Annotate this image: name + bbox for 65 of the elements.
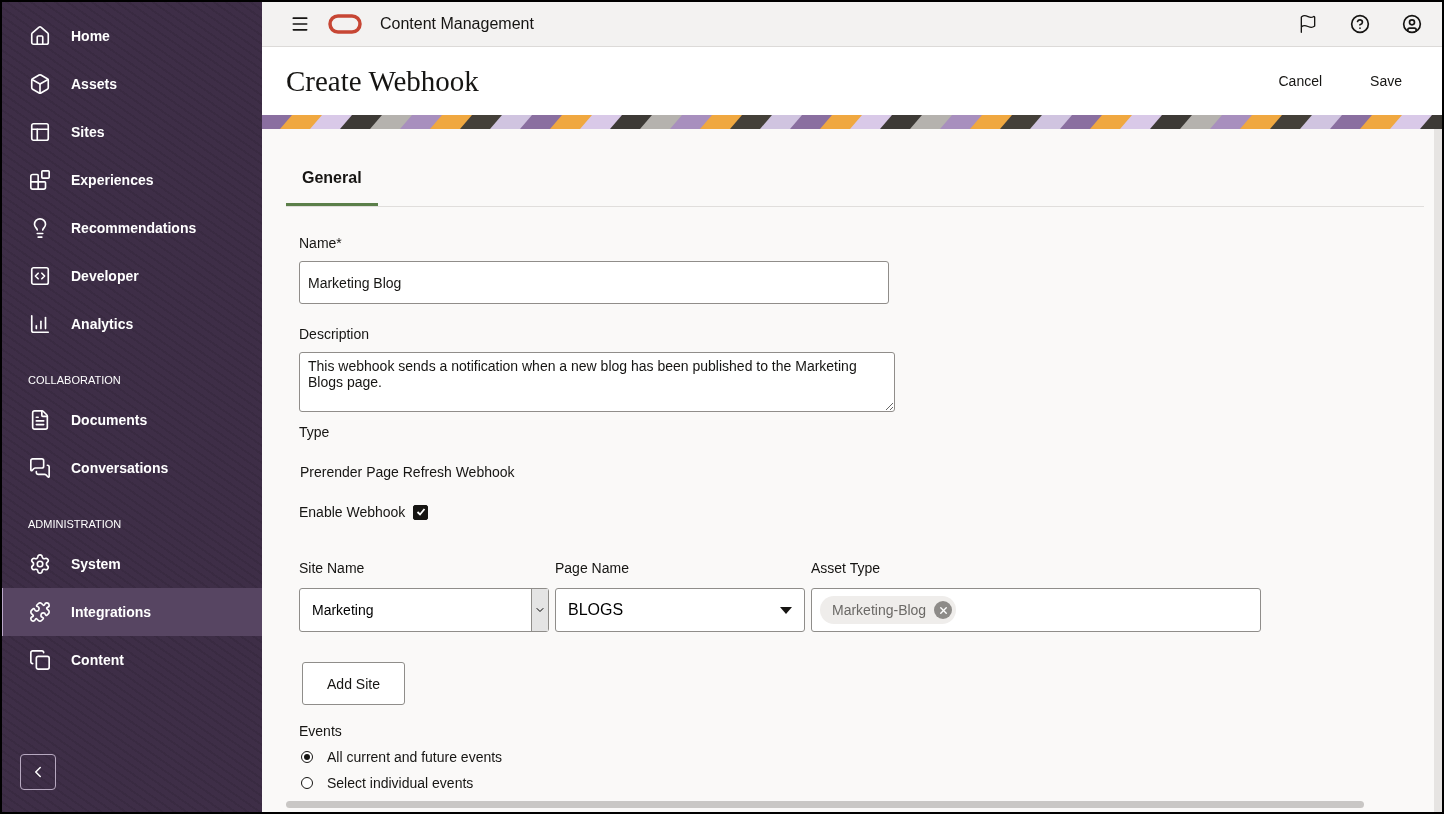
header-action[interactable]: Save bbox=[1370, 69, 1402, 93]
add-site-button[interactable]: Add Site bbox=[302, 662, 405, 705]
type-value: Prerender Page Refresh Webhook bbox=[300, 464, 516, 480]
blocks-icon bbox=[29, 169, 51, 191]
sidebar-item[interactable]: Integrations bbox=[2, 588, 262, 636]
sidebar-item[interactable]: System bbox=[2, 540, 262, 588]
window-icon bbox=[29, 121, 51, 143]
name-field[interactable]: Marketing Blog bbox=[299, 261, 889, 304]
help-icon bbox=[1350, 14, 1370, 34]
cube-icon bbox=[29, 73, 51, 95]
sidebar-item[interactable]: Documents bbox=[2, 396, 262, 444]
radio-label: Select individual events bbox=[327, 775, 474, 791]
sidebar-item[interactable]: Assets bbox=[2, 60, 262, 108]
caret-icon bbox=[780, 606, 792, 614]
menu-icon bbox=[290, 14, 310, 34]
stacked-windows-icon bbox=[29, 649, 51, 671]
logo-icon bbox=[328, 14, 362, 34]
page-name-select[interactable]: BLOGS bbox=[555, 588, 805, 632]
field-label: Site Name bbox=[299, 560, 366, 576]
sidebar-item[interactable]: Recommendations bbox=[2, 204, 262, 252]
chat-icon bbox=[29, 457, 51, 479]
asset-type-field[interactable]: Marketing-Blog bbox=[811, 588, 1261, 632]
sidebar-item[interactable]: Conversations bbox=[2, 444, 262, 492]
flag-icon bbox=[1298, 14, 1318, 34]
field-label: Asset Type bbox=[811, 560, 881, 576]
site-name-select[interactable]: Marketing bbox=[299, 588, 549, 632]
field-label: Page Name bbox=[555, 560, 630, 576]
sidebar-item[interactable]: Experiences bbox=[2, 156, 262, 204]
gear-icon bbox=[29, 553, 51, 575]
sidebar-item[interactable]: Analytics bbox=[2, 300, 262, 348]
collapse-button[interactable] bbox=[20, 754, 56, 790]
radio-button[interactable] bbox=[301, 751, 313, 763]
puzzle-icon bbox=[29, 601, 51, 623]
house-icon bbox=[29, 25, 51, 47]
page-title: Create Webhook bbox=[286, 64, 480, 98]
sidebar-item[interactable]: Home bbox=[2, 12, 262, 60]
app-title: Content Management bbox=[380, 15, 535, 33]
horizontal-scrollbar[interactable] bbox=[286, 801, 1364, 808]
user-button[interactable] bbox=[1402, 14, 1422, 34]
description-field[interactable]: This webhook sends a notification when a new blog has been published to the Marketing Blogs page. bbox=[299, 352, 895, 412]
flag-button[interactable] bbox=[1298, 14, 1318, 34]
field-label: Type bbox=[299, 424, 331, 440]
remove-icon[interactable] bbox=[934, 601, 953, 619]
header-action[interactable]: Cancel bbox=[1278, 69, 1323, 93]
code-icon bbox=[29, 265, 51, 287]
help-button[interactable] bbox=[1350, 14, 1370, 34]
tab[interactable]: General bbox=[286, 157, 378, 206]
field-label: Events bbox=[299, 723, 343, 739]
sidebar-item[interactable]: Content bbox=[2, 636, 262, 684]
radio-button[interactable] bbox=[301, 777, 313, 789]
checkmark-icon bbox=[415, 507, 426, 517]
radio-label: All current and future events bbox=[327, 749, 503, 765]
section-heading: COLLABORATION bbox=[27, 373, 122, 388]
field-label: Enable Webhook bbox=[299, 504, 406, 520]
field-label: Description bbox=[299, 326, 371, 342]
bar-chart-icon bbox=[29, 313, 51, 335]
sidebar-item[interactable]: Developer bbox=[2, 252, 262, 300]
document-icon bbox=[29, 409, 51, 431]
user-icon bbox=[1402, 14, 1422, 34]
sidebar-item[interactable]: Sites bbox=[2, 108, 262, 156]
enable-checkbox[interactable] bbox=[413, 504, 429, 520]
menu-button[interactable] bbox=[290, 14, 310, 34]
field-label: Name* bbox=[299, 235, 343, 251]
section-heading: ADMINISTRATION bbox=[27, 517, 123, 532]
asset-tag: Marketing-Blog bbox=[820, 596, 957, 624]
